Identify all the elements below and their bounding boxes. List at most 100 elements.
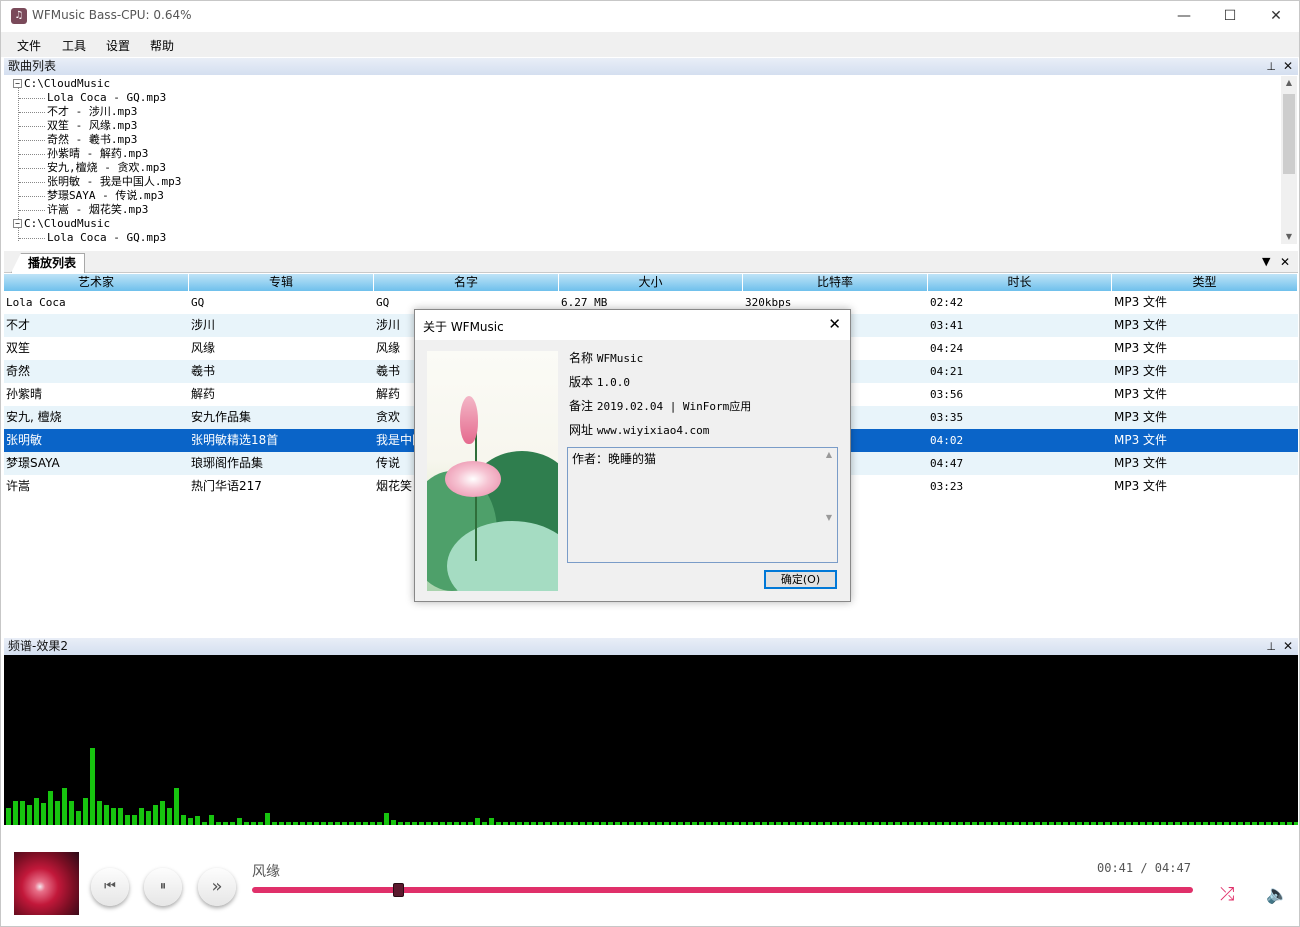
close-panel-button[interactable]: ✕ [1283, 638, 1293, 655]
column-header-artist[interactable]: 艺术家 [4, 274, 189, 291]
menu-help[interactable]: 帮助 [150, 37, 174, 54]
spectrum-bar [83, 798, 88, 825]
spectrum-bar [1084, 822, 1089, 825]
cell-album: 热门华语217 [191, 479, 262, 493]
spectrum-bar [244, 822, 249, 825]
tree-file[interactable]: 不才 - 涉川.mp3 [47, 105, 137, 119]
spectrum-bar [1098, 822, 1103, 825]
spectrum-bar [916, 822, 921, 825]
tree-file[interactable]: 许嵩 - 烟花笑.mp3 [47, 203, 148, 217]
spectrum-bar [776, 822, 781, 825]
song-tree-scrollbar[interactable]: ▲ ▼ [1281, 76, 1297, 244]
spectrum-bar [349, 822, 354, 825]
menu-settings[interactable]: 设置 [106, 37, 130, 54]
menu-file[interactable]: 文件 [17, 37, 41, 54]
tree-file[interactable]: 梦璟SAYA - 传说.mp3 [47, 189, 164, 203]
spectrum-bar [986, 822, 991, 825]
maximize-button[interactable]: ☐ [1207, 1, 1253, 32]
spectrum-bar [356, 822, 361, 825]
collapse-icon[interactable]: − [13, 219, 22, 228]
pin-icon[interactable]: ⊥ [1266, 638, 1276, 655]
author-text: 作者：晚睡的猫 [572, 452, 657, 466]
tree-file[interactable]: 奇然 - 羲书.mp3 [47, 133, 137, 147]
tree-line [19, 196, 45, 197]
dialog-close-button[interactable]: ✕ [828, 315, 841, 333]
spectrum-bar [1070, 822, 1075, 825]
spectrum-bar [181, 815, 186, 825]
tree-root-folder[interactable]: − C:\CloudMusic [13, 217, 110, 231]
spectrum-bar [881, 822, 886, 825]
cell-album: GQ [191, 296, 205, 309]
tab-close-button[interactable]: ✕ [1280, 255, 1290, 269]
spectrum-bar [867, 822, 872, 825]
tree-root-folder[interactable]: − C:\CloudMusic [13, 77, 110, 91]
spectrum-bar [720, 822, 725, 825]
close-panel-button[interactable]: ✕ [1283, 58, 1293, 75]
spectrum-bar [132, 815, 137, 825]
close-window-button[interactable]: ✕ [1253, 1, 1299, 32]
author-textbox[interactable]: 作者：晚睡的猫 ▲ ▼ [567, 447, 838, 563]
spectrum-bar [1259, 822, 1264, 825]
column-header-type[interactable]: 类型 [1112, 274, 1298, 291]
tab-dropdown-icon[interactable]: ▼ [1262, 255, 1270, 268]
spectrum-bar [1091, 822, 1096, 825]
spectrum-bar [832, 822, 837, 825]
tree-file[interactable]: 安九,檀烧 - 贪欢.mp3 [47, 161, 166, 175]
scroll-up-icon[interactable]: ▲ [1281, 76, 1297, 90]
pause-button[interactable]: ⏸ [144, 868, 182, 906]
tree-file[interactable]: 张明敏 - 我是中国人.mp3 [47, 175, 181, 189]
spectrum-bar [461, 822, 466, 825]
tab-playlist[interactable]: 播放列表 [11, 253, 85, 273]
tree-file[interactable]: 双笙 - 风缘.mp3 [47, 119, 137, 133]
column-header-size[interactable]: 大小 [559, 274, 743, 291]
collapse-icon[interactable]: − [13, 79, 22, 88]
spectrum-title: 频谱-效果2 [8, 639, 68, 653]
progress-knob[interactable] [393, 883, 404, 897]
spectrum-bar [1294, 822, 1298, 825]
tree-file[interactable]: Lola Coca - GQ.mp3 [47, 91, 166, 105]
spectrum-bar [258, 822, 263, 825]
lotus-flower-shape [445, 461, 501, 497]
spectrum-bar [664, 822, 669, 825]
spectrum-bar [111, 808, 116, 825]
spectrum-bar [1280, 822, 1285, 825]
title-bar: ♫ WFMusic Bass-CPU: 0.64% — ☐ ✕ [1, 1, 1299, 32]
spectrum-bar [216, 822, 221, 825]
dialog-title-bar: 关于 WFMusic ✕ [415, 310, 850, 340]
spectrum-bar [944, 822, 949, 825]
tree-line [19, 210, 45, 211]
spectrum-bar [825, 822, 830, 825]
volume-icon[interactable]: 🔈 [1266, 884, 1288, 905]
ok-button[interactable]: 确定(O) [764, 570, 837, 589]
spectrum-header: 频谱-效果2 ⊥ ✕ [4, 638, 1298, 655]
cell-album: 张明敏精选18首 [191, 433, 279, 447]
spectrum-bar [636, 822, 641, 825]
menu-tools[interactable]: 工具 [62, 37, 86, 54]
shuffle-icon[interactable]: ⤮ [1220, 884, 1234, 905]
cell-duration: 04:02 [930, 434, 964, 447]
scroll-down-icon[interactable]: ▼ [1281, 230, 1297, 244]
minimize-button[interactable]: — [1161, 1, 1207, 32]
column-header-bitrate[interactable]: 比特率 [743, 274, 928, 291]
cell-type: MP3 文件 [1114, 341, 1168, 355]
scroll-thumb[interactable] [1283, 94, 1295, 174]
tree-file[interactable]: 孙紫晴 - 解药.mp3 [47, 147, 148, 161]
column-header-duration[interactable]: 时长 [928, 274, 1112, 291]
spectrum-bar [657, 822, 662, 825]
spectrum-bar [783, 822, 788, 825]
info-name: 名称 WFMusic [569, 351, 644, 365]
previous-button[interactable]: ⏮ [91, 868, 129, 906]
pin-icon[interactable]: ⊥ [1266, 58, 1276, 75]
spectrum-bar [1021, 822, 1026, 825]
tree-file[interactable]: Lola Coca - GQ.mp3 [47, 231, 166, 244]
textbox-scrollbar[interactable]: ▲ ▼ [823, 450, 835, 560]
cell-duration: 03:23 [930, 480, 964, 493]
spectrum-bar [251, 822, 256, 825]
cell-duration: 03:56 [930, 388, 964, 401]
spectrum-bar [874, 822, 879, 825]
column-header-album[interactable]: 专辑 [189, 274, 374, 291]
column-header-name[interactable]: 名字 [374, 274, 559, 291]
spectrum-bar [692, 822, 697, 825]
menu-bar: 文件 工具 设置 帮助 [1, 32, 1299, 57]
next-button[interactable]: » [198, 868, 236, 906]
